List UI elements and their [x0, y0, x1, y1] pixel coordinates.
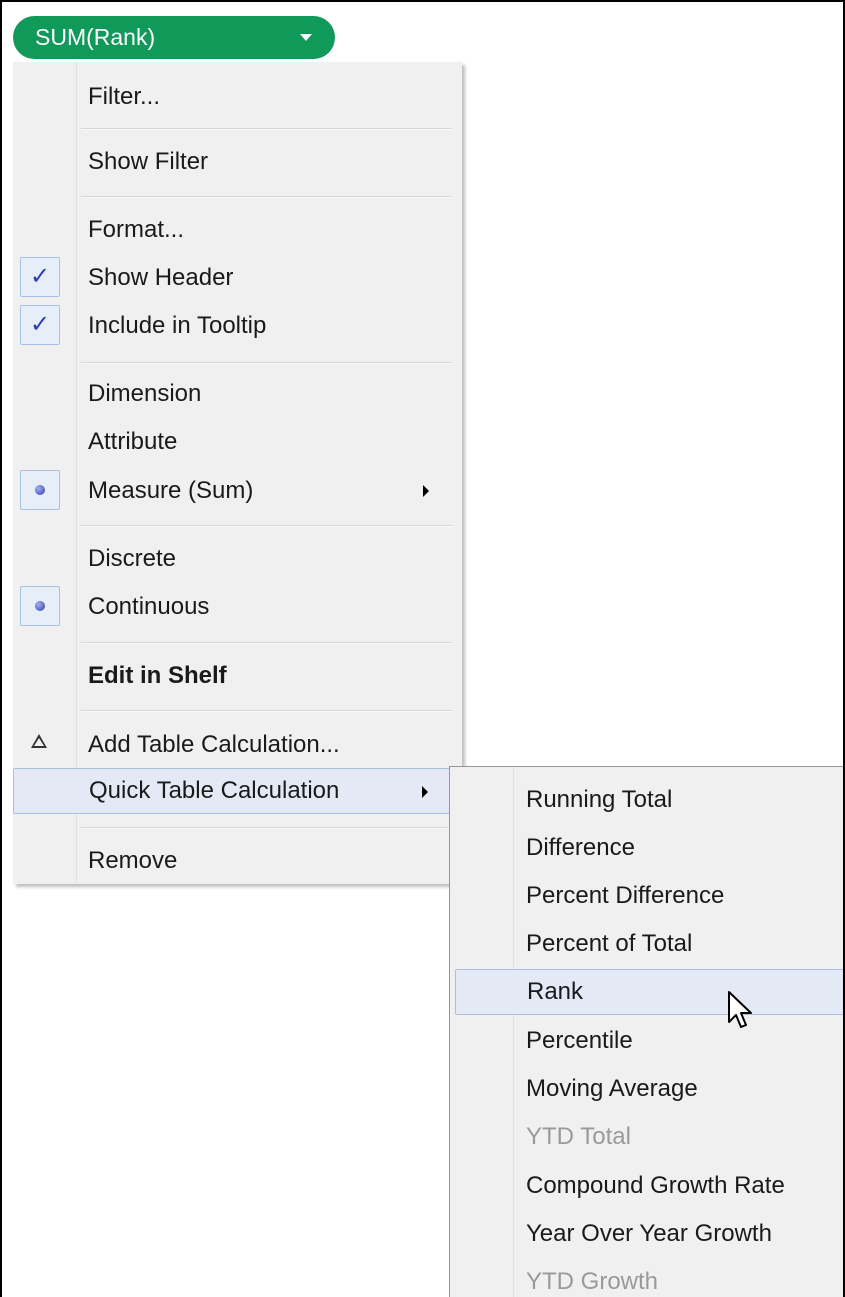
menu-item-label: Show Header [88, 264, 234, 291]
submenu-item-year-over-year-growth[interactable]: Year Over Year Growth [455, 1211, 843, 1257]
submenu-item-label: Percentile [526, 1027, 633, 1054]
submenu-item-percentile[interactable]: Percentile [455, 1018, 843, 1064]
menu-item-label: Measure (Sum) [88, 477, 254, 504]
menu-separator [81, 642, 452, 644]
submenu-item-percent-of-total[interactable]: Percent of Total [455, 921, 843, 967]
checkmark-icon: ✓ [20, 305, 60, 345]
mouse-pointer-icon [728, 991, 752, 1028]
menu-item-add-table-calculation[interactable]: Add Table Calculation... [13, 722, 454, 768]
menu-item-include-in-tooltip[interactable]: ✓ Include in Tooltip [13, 303, 454, 349]
context-menu: Filter... Show Filter Format... ✓ Show H… [13, 62, 462, 884]
submenu-item-rank[interactable]: Rank [455, 969, 843, 1015]
menu-item-label: Include in Tooltip [88, 312, 267, 339]
menu-item-continuous[interactable]: Continuous [13, 584, 454, 630]
menu-item-label: Quick Table Calculation [89, 777, 340, 804]
menu-item-remove[interactable]: Remove [13, 838, 454, 884]
submenu-item-ytd-total: YTD Total [455, 1114, 843, 1160]
submenu-item-moving-average[interactable]: Moving Average [455, 1066, 843, 1112]
caret-down-icon[interactable] [300, 34, 312, 41]
menu-item-label: Continuous [88, 593, 210, 620]
submenu-item-label: Percent Difference [526, 882, 725, 909]
chevron-right-icon [423, 485, 429, 497]
menu-separator [81, 827, 452, 829]
field-pill-label: SUM(Rank) [35, 24, 156, 50]
menu-item-label: Show Filter [88, 148, 209, 175]
menu-item-filter[interactable]: Filter... [13, 74, 454, 120]
menu-item-show-filter[interactable]: Show Filter [13, 139, 454, 185]
submenu-item-label: Rank [527, 978, 584, 1005]
radio-dot-icon [20, 470, 60, 510]
submenu-item-percent-difference[interactable]: Percent Difference [455, 873, 843, 919]
submenu-item-difference[interactable]: Difference [455, 825, 843, 871]
submenu-item-label: Percent of Total [526, 930, 693, 957]
chevron-right-icon [422, 786, 428, 798]
radio-dot-icon [20, 586, 60, 626]
menu-item-quick-table-calculation[interactable]: Quick Table Calculation [13, 768, 454, 814]
menu-separator [81, 196, 452, 198]
submenu-item-label: YTD Growth [526, 1268, 659, 1295]
submenu-item-label: YTD Total [526, 1123, 631, 1150]
submenu-item-label: Running Total [526, 786, 673, 813]
menu-item-measure-sum[interactable]: Measure (Sum) [13, 468, 454, 514]
menu-item-edit-in-shelf[interactable]: Edit in Shelf [13, 653, 454, 699]
menu-item-label: Add Table Calculation... [88, 731, 340, 758]
menu-separator [81, 710, 452, 712]
menu-separator [81, 525, 452, 527]
submenu-item-label: Moving Average [526, 1075, 698, 1102]
menu-item-label: Edit in Shelf [88, 662, 227, 689]
delta-icon [31, 734, 47, 748]
menu-item-label: Filter... [88, 83, 161, 110]
menu-item-discrete[interactable]: Discrete [13, 536, 454, 582]
menu-item-dimension[interactable]: Dimension [13, 371, 454, 417]
menu-item-label: Discrete [88, 545, 177, 572]
submenu-item-label: Difference [526, 834, 635, 861]
menu-item-label: Dimension [88, 380, 202, 407]
submenu-item-compound-growth-rate[interactable]: Compound Growth Rate [455, 1163, 843, 1209]
submenu-item-label: Compound Growth Rate [526, 1172, 785, 1199]
field-pill-sum-rank[interactable]: SUM(Rank) [13, 16, 335, 59]
quick-table-calculation-submenu: Running Total Difference Percent Differe… [449, 766, 843, 1297]
menu-item-attribute[interactable]: Attribute [13, 419, 454, 465]
menu-item-label: Format... [88, 216, 185, 243]
checkmark-icon: ✓ [20, 257, 60, 297]
menu-item-label: Remove [88, 847, 178, 874]
submenu-item-label: Year Over Year Growth [526, 1220, 772, 1247]
submenu-item-running-total[interactable]: Running Total [455, 777, 843, 823]
menu-separator [81, 362, 452, 364]
menu-separator [81, 128, 452, 130]
menu-item-format[interactable]: Format... [13, 207, 454, 253]
menu-item-show-header[interactable]: ✓ Show Header [13, 255, 454, 301]
screenshot-frame: SUM(Rank) Filter... Show Filter Format..… [0, 0, 845, 1297]
menu-item-label: Attribute [88, 428, 178, 455]
submenu-item-ytd-growth: YTD Growth [455, 1259, 843, 1297]
